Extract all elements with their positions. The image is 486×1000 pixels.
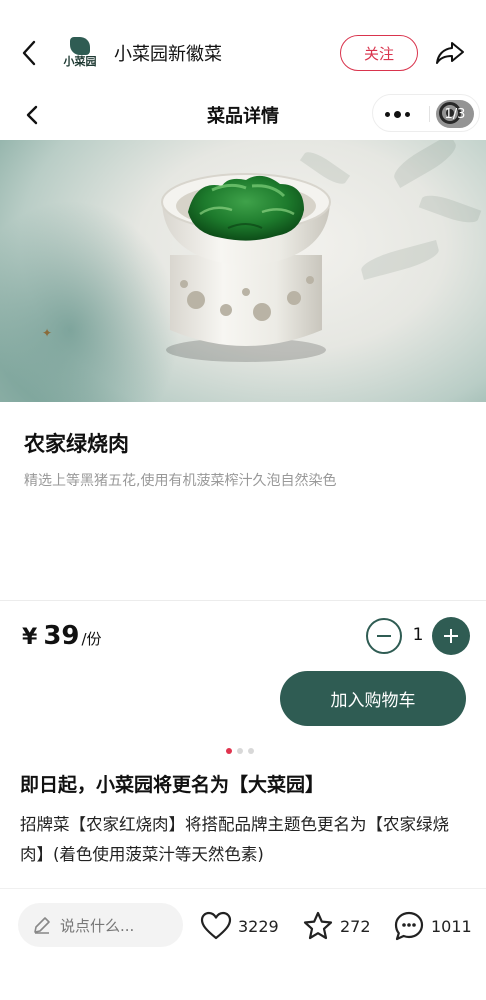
comment-button[interactable]: 1011	[393, 907, 472, 945]
favorite-count: 272	[340, 916, 371, 936]
add-to-cart-button[interactable]: 加入购物车	[280, 671, 466, 726]
quantity-value: 1	[412, 625, 424, 645]
pencil-icon	[34, 917, 50, 934]
app-header: 小菜园 小菜园新徽菜 关注	[0, 0, 486, 92]
section-gap	[0, 500, 486, 600]
capsule-divider	[429, 106, 430, 122]
food-bowl	[161, 173, 331, 362]
favorite-button[interactable]: 272	[302, 907, 371, 945]
more-dots-icon[interactable]	[385, 111, 410, 118]
price-value: 39	[43, 621, 80, 651]
currency-symbol: ¥	[22, 625, 38, 650]
comment-bubble-icon	[394, 911, 424, 941]
like-count: 3229	[238, 916, 279, 936]
price-unit: /份	[81, 630, 102, 648]
carousel-dot[interactable]	[248, 748, 254, 754]
logo-mark-icon	[70, 36, 90, 55]
photo-page-counter: 1/3	[436, 100, 474, 128]
carousel-dot[interactable]	[237, 748, 243, 754]
dish-name: 农家绿烧肉	[24, 432, 129, 456]
purchase-panel: ¥ 39 /份 1 加入购物车	[0, 600, 486, 740]
interaction-bar: 说点什么... 3229 272 1011	[0, 888, 486, 1000]
star-icon	[303, 911, 333, 940]
comment-placeholder: 说点什么...	[60, 916, 135, 935]
follow-button[interactable]: 关注	[340, 35, 418, 71]
quantity-decrease-button[interactable]	[366, 618, 402, 654]
heart-icon	[200, 911, 232, 940]
back-arrow-icon	[22, 40, 36, 66]
carousel-dot[interactable]	[226, 748, 232, 754]
post-title: 即日起，小菜园将更名为【大菜园】	[20, 774, 325, 796]
comment-input[interactable]: 说点什么...	[18, 903, 183, 947]
brand-logo[interactable]: 小菜园	[58, 30, 102, 74]
brand-name[interactable]: 小菜园新徽菜	[114, 40, 222, 66]
dish-description: 精选上等黑猪五花,使用有机菠菜榨汁久泡自然染色	[24, 473, 337, 489]
quantity-increase-button[interactable]	[432, 617, 470, 655]
nav-bar: 菜品详情	[0, 92, 486, 138]
logo-text: 小菜园	[63, 54, 97, 68]
share-icon	[436, 42, 464, 64]
back-button[interactable]	[14, 36, 44, 70]
comment-count: 1011	[431, 916, 472, 936]
like-button[interactable]: 3229	[200, 907, 279, 945]
carousel-indicator	[226, 748, 254, 754]
dish-info-card: 农家绿烧肉 精选上等黑猪五花,使用有机菠菜榨汁久泡自然染色	[0, 402, 486, 514]
post-body: 招牌菜【农家红烧肉】将搭配品牌主题色更名为【农家绿烧肉】(着色使用菠菜汁等天然色…	[20, 815, 449, 864]
price: ¥ 39 /份	[22, 621, 102, 651]
dish-photo[interactable]: ✦	[0, 140, 486, 402]
share-button[interactable]	[432, 36, 468, 70]
